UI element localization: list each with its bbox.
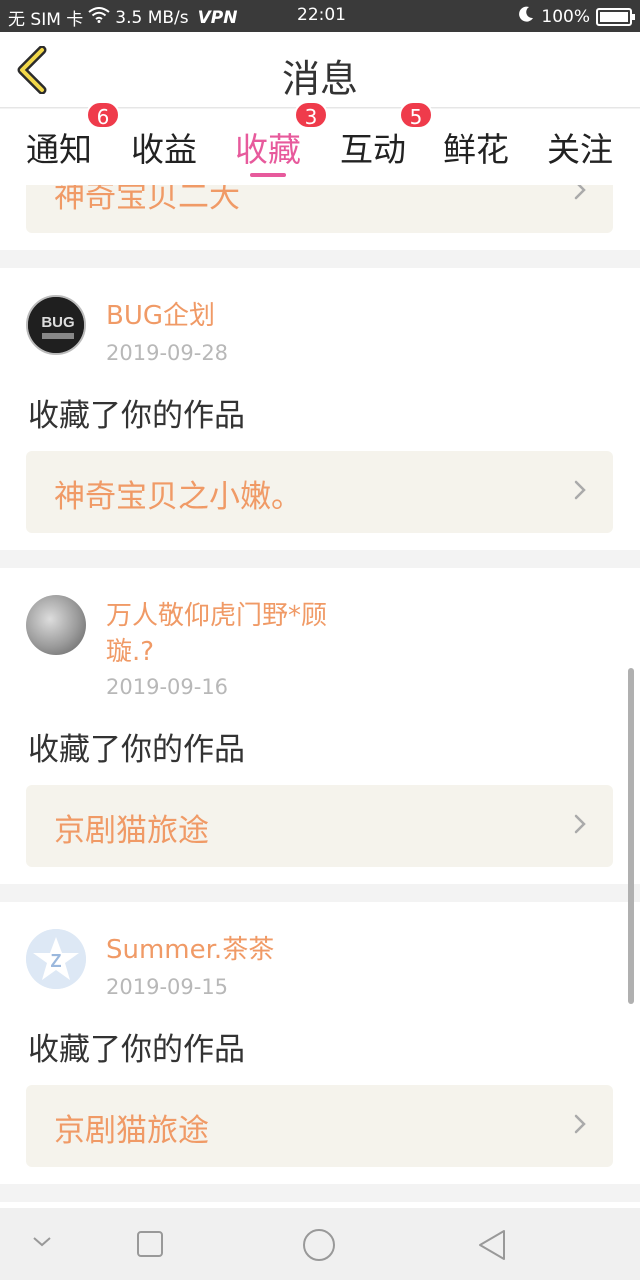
work-link[interactable]: 京剧猫旅途 (26, 1085, 613, 1167)
work-title: 神奇宝贝之小嫩。 (54, 479, 302, 515)
battery-percent: 100% (541, 6, 590, 27)
tab-label: 关注 (547, 130, 613, 169)
chevron-down-icon (33, 1237, 51, 1247)
work-title: 神奇宝贝二大 (54, 185, 240, 215)
favorites-badge: 3 (294, 101, 328, 129)
list-item: 神奇宝贝二大 (0, 185, 640, 250)
recent-apps-button[interactable] (136, 1230, 164, 1262)
tab-following[interactable]: 关注 (547, 123, 613, 171)
back-nav-button[interactable] (476, 1228, 508, 1266)
square-icon (137, 1231, 163, 1257)
notification-badge: 6 (86, 101, 120, 129)
favorites-feed[interactable]: 神奇宝贝二大 BUG BUG企划 2019-09-28 收藏了你的作品 神奇宝贝… (0, 185, 640, 1208)
scrollbar[interactable] (628, 668, 634, 1004)
chevron-right-icon (574, 1114, 586, 1134)
circle-icon (303, 1229, 335, 1261)
active-tab-indicator (250, 173, 286, 177)
page-title: 消息 (281, 57, 358, 101)
tab-flowers[interactable]: 鲜花 (443, 123, 509, 171)
hide-nav-button[interactable] (30, 1234, 54, 1254)
username[interactable]: BUG企划 (106, 298, 215, 334)
tab-label: 通知 (26, 130, 92, 169)
chevron-right-icon (574, 185, 586, 200)
moon-icon (517, 5, 535, 28)
vpn-indicator: VPN (197, 7, 238, 28)
action-text: 收藏了你的作品 (28, 732, 245, 768)
username[interactable]: 万人敬仰虎门野*顾 璇.? (106, 598, 327, 670)
list-item: 万人敬仰虎门野*顾 璇.? 2019-09-16 收藏了你的作品 京剧猫旅途 (0, 568, 640, 884)
interactions-badge: 5 (399, 101, 433, 129)
triangle-back-icon (479, 1230, 505, 1260)
tab-label: 鲜花 (443, 130, 509, 169)
avatar[interactable] (26, 595, 86, 655)
username[interactable]: Summer.茶茶 (106, 932, 274, 968)
tab-favorites[interactable]: 收藏 (235, 123, 301, 171)
tab-bar: 通知 6 收益 收藏 3 互动 5 鲜花 关注 (0, 101, 640, 185)
work-title: 京剧猫旅途 (54, 813, 209, 849)
carrier-text: 无 SIM 卡 (8, 10, 84, 30)
battery-icon (596, 7, 635, 26)
username-line: 万人敬仰虎门野*顾 (106, 601, 328, 631)
clock: 22:01 (297, 5, 346, 25)
network-speed: 3.5 MB/s (115, 7, 189, 28)
tab-earnings[interactable]: 收益 (131, 123, 197, 171)
avatar-text: Z (51, 951, 62, 971)
wifi-icon (88, 7, 110, 28)
action-text: 收藏了你的作品 (28, 398, 245, 434)
system-nav-bar (0, 1208, 640, 1280)
avatar-text: BUG (41, 314, 74, 331)
action-text: 收藏了你的作品 (28, 1032, 245, 1068)
home-button[interactable] (302, 1228, 336, 1266)
chevron-right-icon (574, 814, 586, 834)
chevron-right-icon (574, 480, 586, 500)
status-bar: 无 SIM 卡 3.5 MB/s VPN 22:01 100% (0, 0, 640, 32)
username-line: 璇.? (106, 637, 155, 667)
list-item: BUG BUG企划 2019-09-28 收藏了你的作品 神奇宝贝之小嫩。 (0, 268, 640, 550)
avatar[interactable]: Z (26, 929, 86, 989)
timestamp: 2019-09-16 (106, 675, 229, 699)
tab-interactions[interactable]: 互动 (340, 123, 406, 171)
tab-notifications[interactable]: 通知 (26, 123, 92, 171)
timestamp: 2019-09-28 (106, 341, 229, 365)
tab-label: 收益 (131, 130, 197, 169)
tab-label: 收藏 (235, 130, 301, 169)
app-header: 消息 (0, 32, 640, 108)
avatar[interactable]: BUG (26, 295, 86, 355)
tab-label: 互动 (340, 130, 406, 169)
list-item: Z Summer.茶茶 2019-09-15 收藏了你的作品 京剧猫旅途 (0, 902, 640, 1184)
work-link[interactable]: 神奇宝贝二大 (26, 185, 613, 233)
work-title: 京剧猫旅途 (54, 1113, 209, 1149)
work-link[interactable]: 神奇宝贝之小嫩。 (26, 451, 613, 533)
work-link[interactable]: 京剧猫旅途 (26, 785, 613, 867)
timestamp: 2019-09-15 (106, 975, 229, 999)
